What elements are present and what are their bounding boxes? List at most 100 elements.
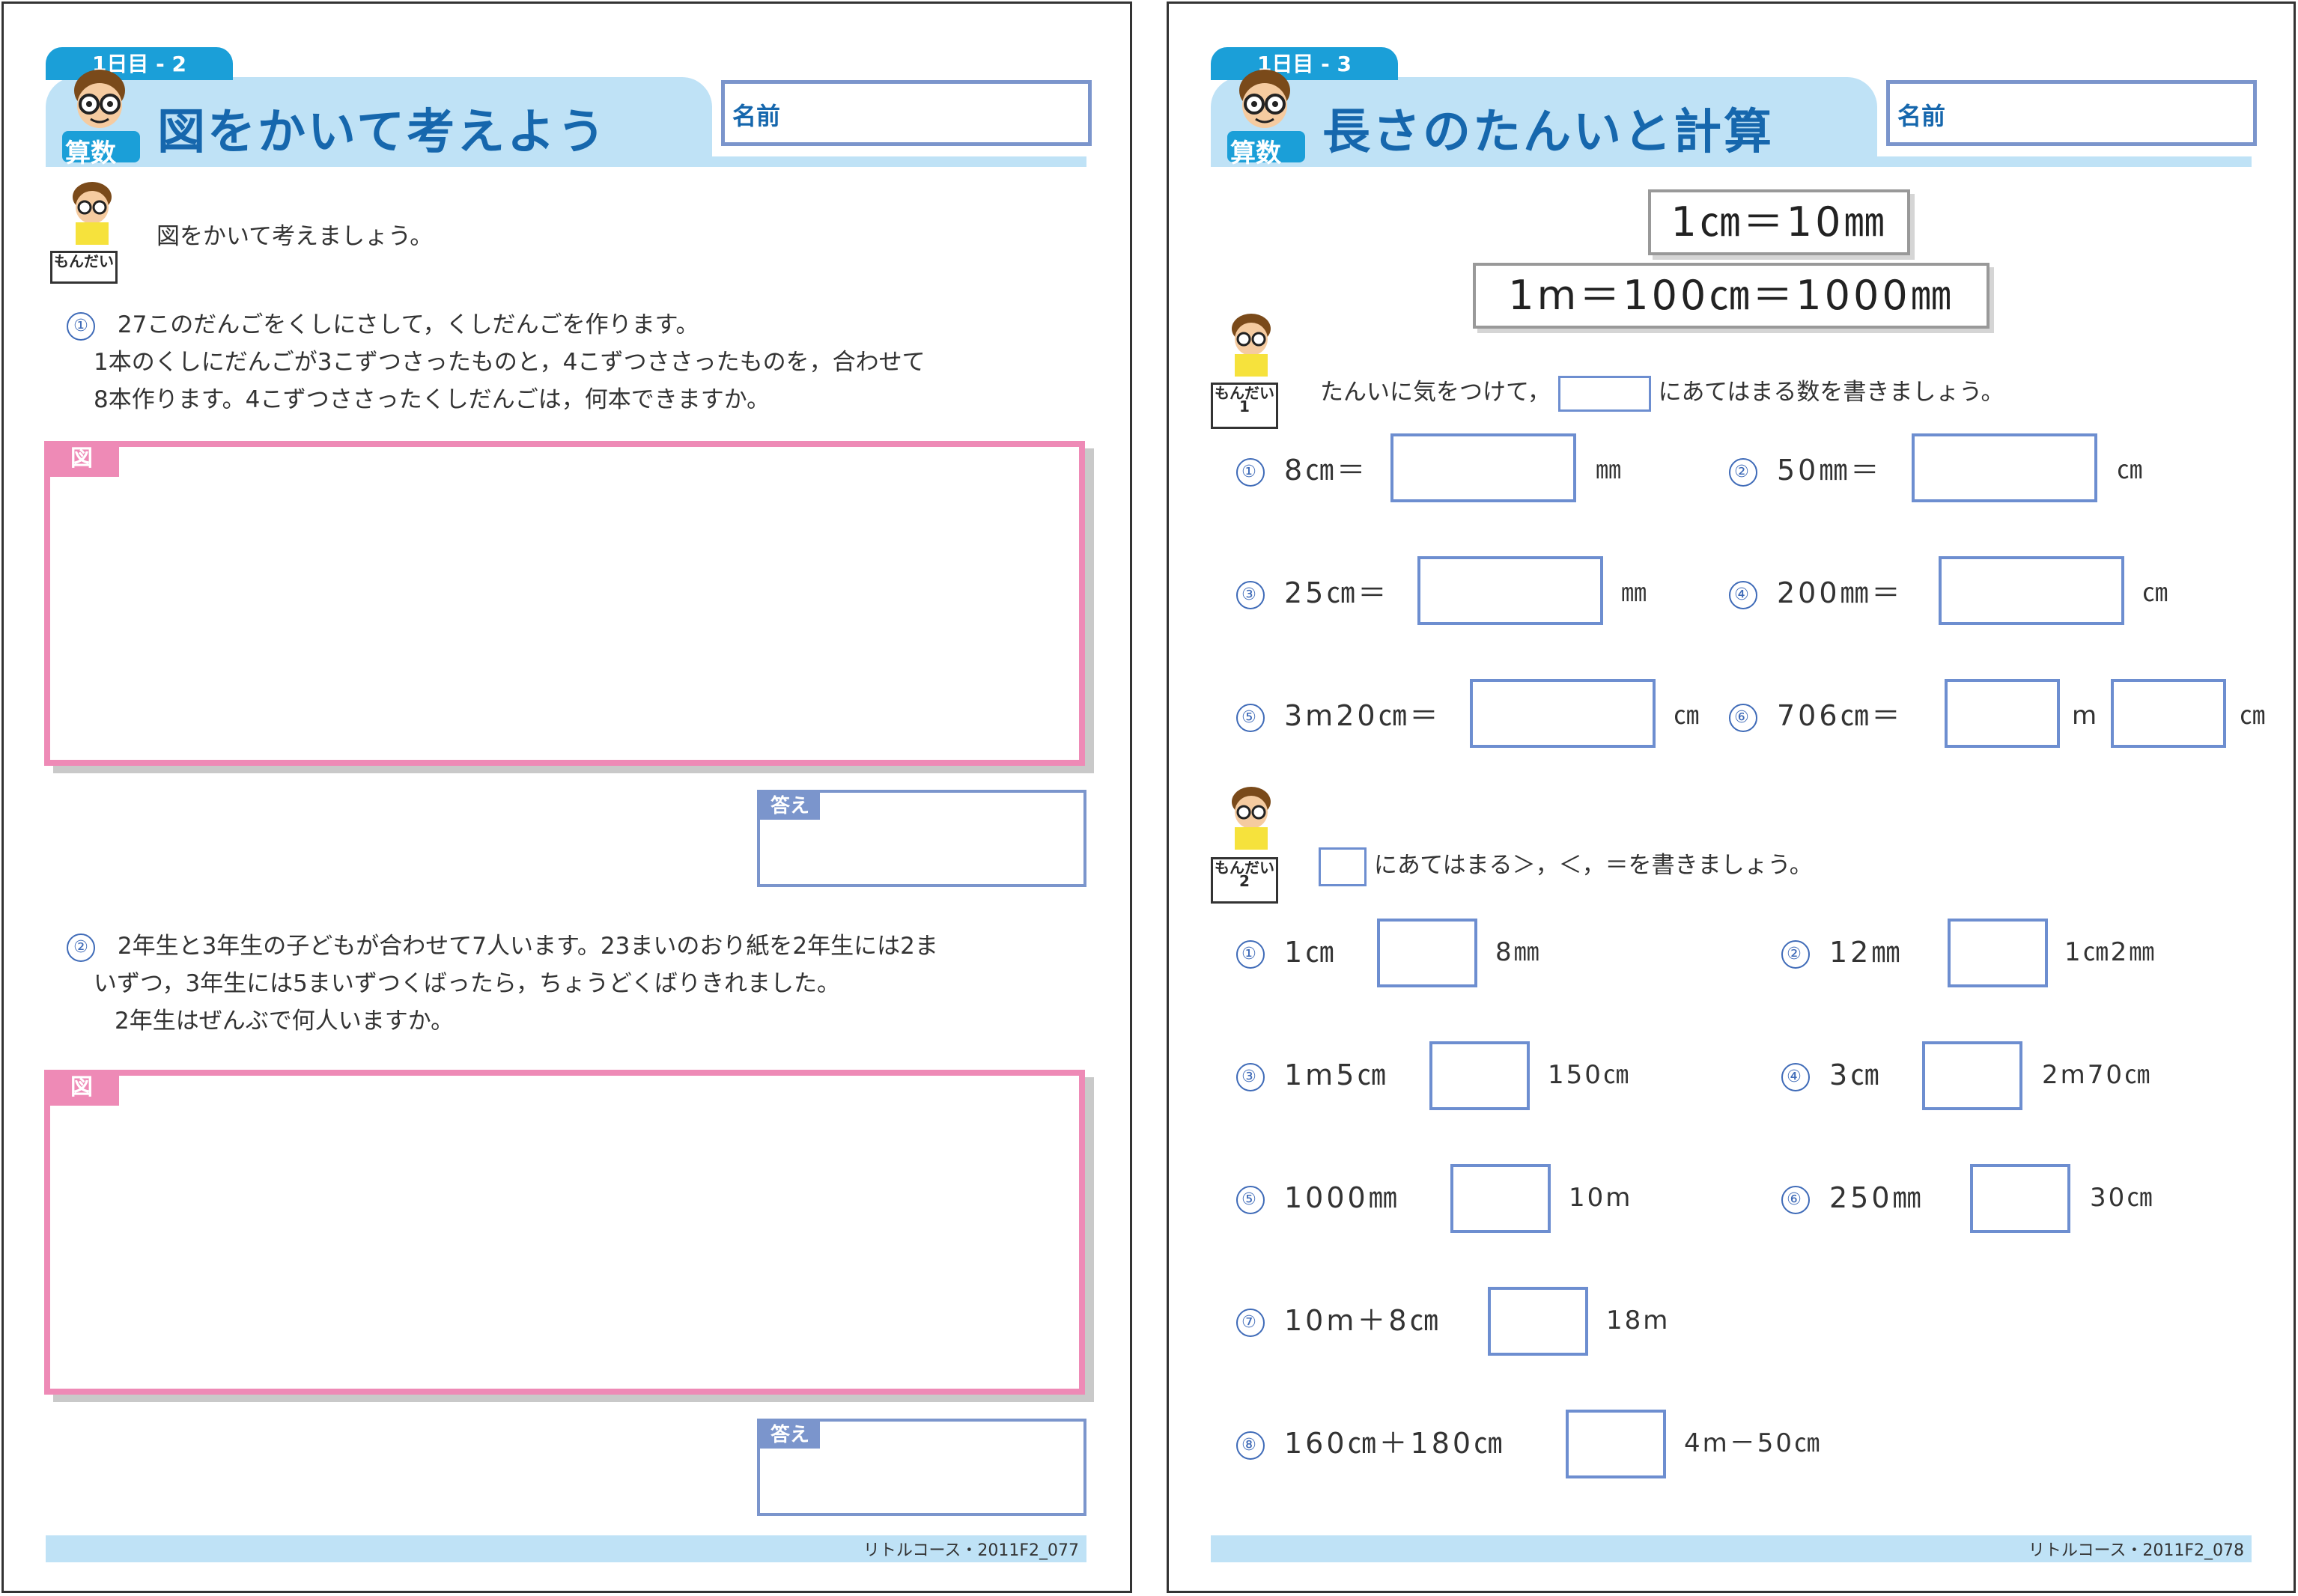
conversion-q2: ② 50㎜＝ (1729, 436, 1882, 504)
question-number: ⑧ (1236, 1431, 1265, 1460)
compare-input[interactable] (1922, 1041, 2022, 1110)
compare-input[interactable] (1488, 1287, 1588, 1356)
compare-input[interactable] (1948, 919, 2048, 987)
right-value: 1㎝2㎜ (2064, 937, 2157, 967)
problem-number: 2 (1239, 872, 1250, 890)
logo-label: 算数 (1230, 138, 1281, 168)
right-value: 18m (1606, 1306, 1671, 1335)
conversion-q4: ④ 200㎜＝ (1729, 559, 1903, 627)
question-number: ② (67, 933, 95, 962)
name-field[interactable]: 名前 (1886, 80, 2257, 146)
question-line: 2年生と3年生の子どもが合わせて7人います。23まいのおり紙を2年生には2ま (117, 933, 938, 960)
problem-2-label: もんだい 2 (1211, 857, 1278, 904)
question-number: ④ (1781, 1062, 1810, 1091)
compare-input[interactable] (1566, 1410, 1666, 1478)
compare-q5: ⑤ 1000㎜ (1236, 1164, 1400, 1231)
left-value: 12㎜ (1829, 936, 1903, 969)
unit-label: ㎝ (1674, 701, 1701, 731)
instruction-1: たんいに気をつけて， にあてはまる数を書きましょう。 (1320, 374, 2004, 412)
question-number: ⑥ (1729, 703, 1757, 732)
formula-cm-mm: 1㎝＝10㎜ (1648, 189, 1910, 255)
question-number: ① (1236, 939, 1265, 969)
question-2-text: ② 2年生と3年生の子どもが合わせて7人います。23まいのおり紙を2年生には2ま… (67, 928, 938, 1040)
diagram-area-2[interactable]: 図 (44, 1070, 1085, 1395)
worksheet-page-right: 1日目 - 3 算数 長さのたんいと計算 名前 1㎝＝10㎜ 1m＝100㎝＝1… (1167, 1, 2296, 1593)
compare-input[interactable] (1429, 1041, 1530, 1110)
compare-q7: ⑦ 10m＋8㎝ (1236, 1287, 1441, 1354)
expression: 50㎜＝ (1777, 454, 1882, 487)
teacher-mascot-icon (1232, 314, 1271, 377)
answer-label: 答え (760, 793, 820, 820)
footer-code: リトルコース・2011F2_078 (2028, 1541, 2244, 1560)
answer-box-1[interactable]: 答え (757, 790, 1086, 887)
unit-label: ㎜ (1596, 455, 1623, 485)
answer-input-cm[interactable] (2111, 679, 2226, 748)
compare-input[interactable] (1450, 1164, 1551, 1233)
instruction-text: 図をかいて考えましょう。 (156, 223, 434, 250)
footer-code: リトルコース・2011F2_077 (863, 1541, 1079, 1560)
problem-number: 1 (1239, 398, 1250, 415)
left-value: 1㎝ (1284, 936, 1337, 969)
compare-input[interactable] (1377, 919, 1477, 987)
compare-input[interactable] (1970, 1164, 2070, 1233)
teacher-mascot-icon (1232, 787, 1271, 850)
answer-input[interactable] (1912, 433, 2097, 502)
question-1-text: ① 27このだんごをくしにさして，くしだんごを作ります。 1本のくしにだんごが3… (67, 306, 925, 418)
left-value: 1000㎜ (1284, 1181, 1400, 1214)
left-value: 3㎝ (1829, 1059, 1882, 1091)
compare-q6: ⑥ 250㎜ (1781, 1164, 1924, 1231)
answer-box-2[interactable]: 答え (757, 1419, 1086, 1516)
answer-input[interactable] (1939, 556, 2124, 625)
teacher-mascot-icon (73, 182, 112, 245)
problem-1-label: もんだい 1 (1211, 383, 1278, 429)
question-number: ① (1236, 457, 1265, 487)
compare-q1: ① 1㎝ (1236, 919, 1337, 986)
unit-label: m (2072, 701, 2100, 731)
right-value: 30㎝ (2090, 1183, 2155, 1213)
answer-input[interactable] (1470, 679, 1656, 748)
answer-label: 答え (760, 1422, 820, 1449)
diagram-label: 図 (44, 441, 119, 477)
question-line: 2年生はぜんぶで何人いますか。 (115, 1008, 455, 1035)
answer-input-m[interactable] (1945, 679, 2060, 748)
right-value: 150㎝ (1548, 1060, 1631, 1090)
blank-box-sample (1557, 375, 1651, 412)
instruction-part-a: たんいに気をつけて， (1320, 379, 1551, 406)
question-line: 1本のくしにだんごが3こずつさったものと，4こずつささったものを，合わせて (94, 349, 925, 376)
name-label: 名前 (732, 102, 781, 130)
left-value: 250㎜ (1829, 1181, 1924, 1214)
conversion-q6: ⑥ 706㎝＝ (1729, 682, 1903, 749)
diagram-area-1[interactable]: 図 (44, 441, 1085, 766)
footer-band: リトルコース・2011F2_077 (46, 1535, 1086, 1562)
expression: 706㎝＝ (1777, 699, 1903, 732)
question-line: 8本作ります。4こずつささったくしだんごは，何本できますか。 (94, 386, 770, 413)
question-number: ③ (1236, 1062, 1265, 1091)
question-number: ⑤ (1236, 1185, 1265, 1214)
footer-band: リトルコース・2011F2_078 (1211, 1535, 2252, 1562)
question-number: ② (1729, 457, 1757, 487)
answer-input[interactable] (1390, 433, 1576, 502)
left-value: 10m＋8㎝ (1284, 1304, 1441, 1337)
question-number: ⑥ (1781, 1185, 1810, 1214)
question-number: ⑦ (1236, 1308, 1265, 1337)
worksheet-page-left: 1日目 - 2 算数 図をかいて考えよう 名前 もんだい 図をかいて考えましょう… (1, 1, 1132, 1593)
name-label: 名前 (1897, 102, 1946, 130)
compare-q8: ⑧ 160㎝＋180㎝ (1236, 1410, 1505, 1477)
expression: 8㎝＝ (1284, 454, 1369, 487)
unit-label: ㎝ (2240, 701, 2267, 731)
question-number: ① (67, 311, 95, 341)
expression: 3m20㎝＝ (1284, 699, 1441, 732)
compare-q3: ③ 1m5㎝ (1236, 1041, 1388, 1109)
expression: 200㎜＝ (1777, 576, 1903, 609)
unit-label: ㎝ (2117, 455, 2145, 485)
answer-input[interactable] (1417, 556, 1603, 625)
name-field[interactable]: 名前 (721, 80, 1092, 146)
question-number: ⑤ (1236, 703, 1265, 732)
expression: 25㎝＝ (1284, 576, 1390, 609)
blank-box-sample (1319, 847, 1367, 886)
unit-label: ㎜ (1621, 578, 1649, 608)
right-value: 2m70㎝ (2042, 1060, 2153, 1090)
right-value: 4m－50㎝ (1684, 1428, 1823, 1458)
page-title: 図をかいて考えよう (157, 105, 608, 160)
question-line: 27このだんごをくしにさして，くしだんごを作ります。 (117, 311, 699, 338)
